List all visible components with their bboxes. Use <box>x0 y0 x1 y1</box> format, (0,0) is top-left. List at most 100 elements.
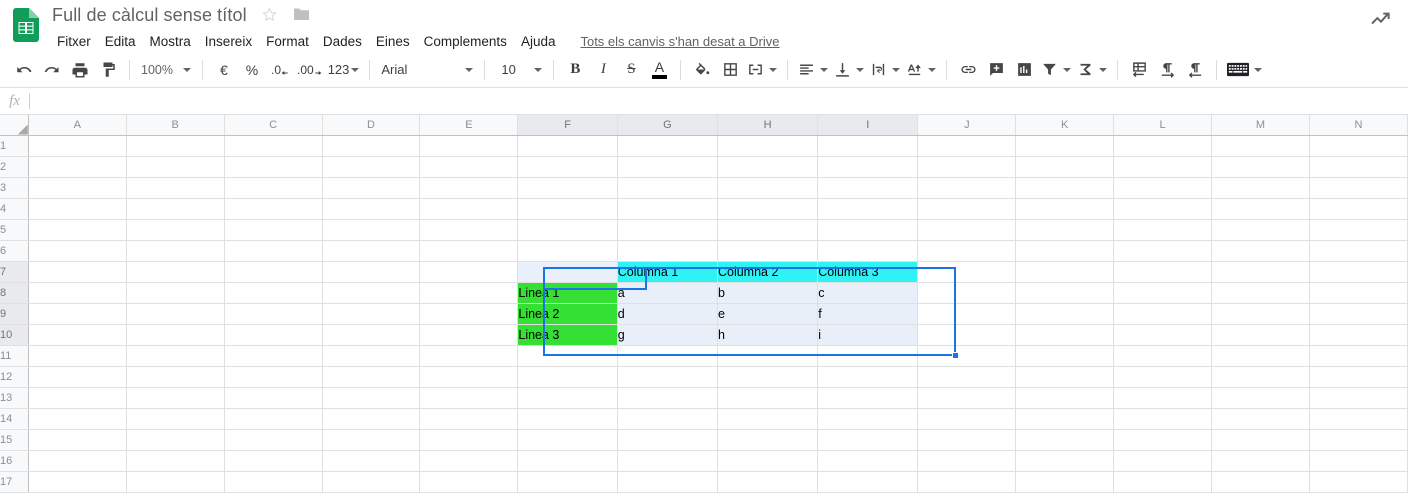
cell-M8[interactable] <box>1211 282 1310 304</box>
cell-J4[interactable] <box>917 198 1017 220</box>
column-header-l[interactable]: L <box>1113 115 1212 136</box>
cell-K3[interactable] <box>1015 177 1115 199</box>
cell-G6[interactable] <box>617 240 718 262</box>
formula-input[interactable] <box>30 88 1408 114</box>
cell-J3[interactable] <box>917 177 1017 199</box>
cell-I2[interactable] <box>817 156 919 178</box>
cell-C1[interactable] <box>224 135 323 157</box>
cell-H9[interactable]: e <box>717 303 819 325</box>
cell-K11[interactable] <box>1015 345 1115 367</box>
cell-K13[interactable] <box>1015 387 1115 409</box>
cell-K16[interactable] <box>1015 450 1115 472</box>
zoom-level-select[interactable]: 100% <box>137 57 195 83</box>
cell-H16[interactable] <box>717 450 819 472</box>
cell-J8[interactable] <box>917 282 1017 304</box>
cell-J15[interactable] <box>917 429 1017 451</box>
cell-G4[interactable] <box>617 198 718 220</box>
cell-F13[interactable] <box>517 387 618 409</box>
grid-row[interactable]: 11 <box>0 345 1408 367</box>
cell-C2[interactable] <box>224 156 323 178</box>
cell-C10[interactable] <box>224 324 323 346</box>
cell-K4[interactable] <box>1015 198 1115 220</box>
cell-B7[interactable] <box>126 261 225 283</box>
menu-item-edita[interactable]: Edita <box>98 31 143 52</box>
cell-A12[interactable] <box>28 366 127 388</box>
cell-B9[interactable] <box>126 303 225 325</box>
print-icon[interactable] <box>66 56 94 84</box>
fill-color-icon[interactable] <box>688 56 716 84</box>
cell-E8[interactable] <box>419 282 519 304</box>
cell-E4[interactable] <box>419 198 519 220</box>
insert-link-icon[interactable] <box>954 56 982 84</box>
cell-M17[interactable] <box>1211 471 1310 493</box>
cell-H15[interactable] <box>717 429 819 451</box>
cell-A7[interactable] <box>28 261 127 283</box>
cell-E7[interactable] <box>419 261 519 283</box>
cell-A9[interactable] <box>28 303 127 325</box>
grid-row[interactable]: 9 Linea 2def <box>0 303 1408 325</box>
currency-format-button[interactable]: € <box>210 56 238 84</box>
cell-G14[interactable] <box>617 408 718 430</box>
cell-E1[interactable] <box>419 135 519 157</box>
font-family-select[interactable]: Arial <box>377 57 477 83</box>
cell-D9[interactable] <box>322 303 421 325</box>
number-format-select[interactable]: 123 <box>325 56 363 84</box>
cell-F4[interactable] <box>517 198 618 220</box>
cell-E11[interactable] <box>419 345 519 367</box>
cell-M4[interactable] <box>1211 198 1310 220</box>
text-color-button[interactable]: A <box>645 56 673 84</box>
cell-G16[interactable] <box>617 450 718 472</box>
cell-I1[interactable] <box>817 135 919 157</box>
cell-F1[interactable] <box>517 135 618 157</box>
cell-B3[interactable] <box>126 177 225 199</box>
row-header-5[interactable]: 5 <box>0 219 29 241</box>
grid-row[interactable]: 10 Linea 3ghi <box>0 324 1408 346</box>
cell-F16[interactable] <box>517 450 618 472</box>
grid-row[interactable]: 14 <box>0 408 1408 430</box>
grid-row[interactable]: 1 <box>0 135 1408 157</box>
redo-icon[interactable] <box>38 56 66 84</box>
spreadsheet-grid[interactable]: ABCDEFGHIJKLMN 1 2 3 4 5 6 7 Columna 1 Columna 2… <box>0 115 1408 501</box>
cell-B4[interactable] <box>126 198 225 220</box>
cell-N7[interactable] <box>1309 261 1408 283</box>
bold-button[interactable]: B <box>561 56 589 84</box>
cell-J5[interactable] <box>917 219 1017 241</box>
folder-icon[interactable] <box>292 7 311 22</box>
cell-L3[interactable] <box>1113 177 1212 199</box>
cell-M14[interactable] <box>1211 408 1310 430</box>
cell-A2[interactable] <box>28 156 127 178</box>
cell-C12[interactable] <box>224 366 323 388</box>
keyboard-input-tools-icon[interactable] <box>1224 56 1265 84</box>
insert-chart-icon[interactable] <box>1010 56 1038 84</box>
cell-B8[interactable] <box>126 282 225 304</box>
cell-A17[interactable] <box>28 471 127 493</box>
cell-L9[interactable] <box>1113 303 1212 325</box>
cell-H14[interactable] <box>717 408 819 430</box>
cell-N13[interactable] <box>1309 387 1408 409</box>
grid-row[interactable]: 2 <box>0 156 1408 178</box>
cell-J11[interactable] <box>917 345 1017 367</box>
cell-H12[interactable] <box>717 366 819 388</box>
cell-M7[interactable] <box>1211 261 1310 283</box>
cell-C8[interactable] <box>224 282 323 304</box>
cell-A10[interactable] <box>28 324 127 346</box>
cell-I15[interactable] <box>817 429 919 451</box>
cell-C4[interactable] <box>224 198 323 220</box>
page-title[interactable]: Full de càlcul sense títol <box>52 3 247 26</box>
row-header-4[interactable]: 4 <box>0 198 29 220</box>
cell-H10[interactable]: h <box>717 324 819 346</box>
row-header-3[interactable]: 3 <box>0 177 29 199</box>
column-header-i[interactable]: I <box>817 115 919 136</box>
cell-J13[interactable] <box>917 387 1017 409</box>
cell-H17[interactable] <box>717 471 819 493</box>
cell-C5[interactable] <box>224 219 323 241</box>
cell-G1[interactable] <box>617 135 718 157</box>
star-outline-icon[interactable] <box>261 6 278 23</box>
increase-decimal-button[interactable]: .00 <box>294 56 325 84</box>
cell-D7[interactable] <box>322 261 421 283</box>
cell-L17[interactable] <box>1113 471 1212 493</box>
cell-N3[interactable] <box>1309 177 1408 199</box>
cell-D8[interactable] <box>322 282 421 304</box>
vertical-align-icon[interactable] <box>831 56 867 84</box>
cell-L10[interactable] <box>1113 324 1212 346</box>
